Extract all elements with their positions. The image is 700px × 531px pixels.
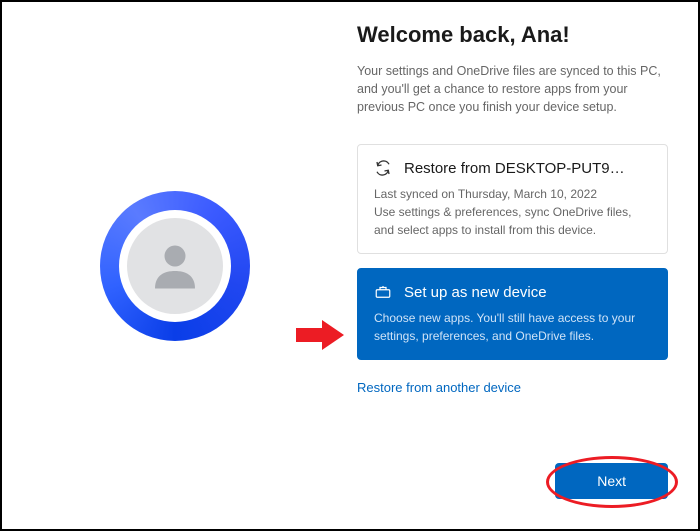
- option-restore-header: Restore from DESKTOP-PUT9…: [374, 159, 651, 177]
- option-new-device[interactable]: Set up as new device Choose new apps. Yo…: [357, 268, 668, 360]
- page-subtitle: Your settings and OneDrive files are syn…: [357, 62, 668, 116]
- person-icon: [145, 236, 205, 296]
- avatar-ring: [100, 191, 250, 341]
- option-new-device-title: Set up as new device: [404, 284, 547, 301]
- left-panel: [2, 2, 347, 529]
- device-icon: [374, 283, 392, 301]
- option-restore[interactable]: Restore from DESKTOP-PUT9… Last synced o…: [357, 144, 668, 254]
- avatar-inner: [119, 210, 231, 322]
- option-new-device-header: Set up as new device: [374, 283, 651, 301]
- restore-another-link[interactable]: Restore from another device: [357, 380, 668, 395]
- refresh-icon: [374, 159, 392, 177]
- option-restore-desc: Last synced on Thursday, March 10, 2022 …: [374, 185, 651, 239]
- next-button[interactable]: Next: [555, 463, 668, 499]
- option-restore-title: Restore from DESKTOP-PUT9…: [404, 160, 625, 177]
- avatar-placeholder: [127, 218, 223, 314]
- oobe-container: Welcome back, Ana! Your settings and One…: [2, 2, 698, 529]
- footer: Next: [357, 463, 668, 519]
- right-panel: Welcome back, Ana! Your settings and One…: [347, 2, 698, 529]
- page-title: Welcome back, Ana!: [357, 22, 668, 48]
- option-new-device-desc: Choose new apps. You'll still have acces…: [374, 309, 651, 345]
